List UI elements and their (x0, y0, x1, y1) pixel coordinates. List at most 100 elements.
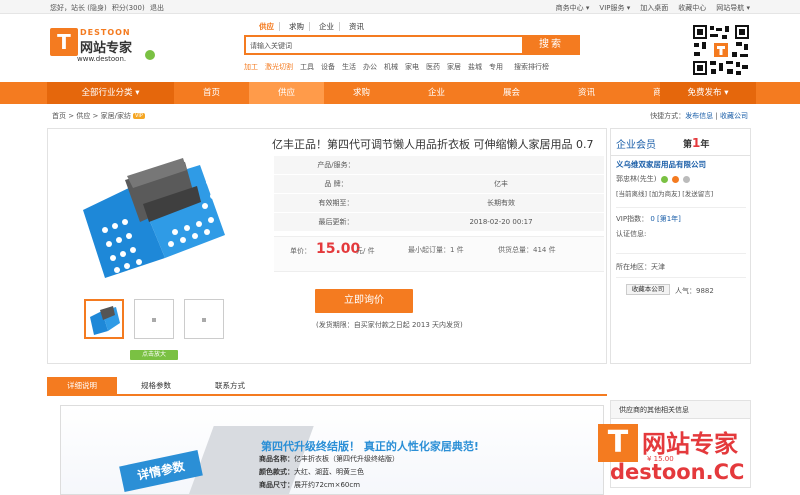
popularity-count: 人气：9882 (675, 287, 714, 295)
thumbnail-2[interactable] (134, 299, 174, 339)
favorite-company-link[interactable]: 收藏公司 (720, 112, 748, 120)
search-button[interactable]: 搜索 (522, 35, 580, 55)
product-attributes: 产品/服务： 品 牌： 亿丰 有效期至： 长期有效 最后更新： 2018-02-… (274, 156, 604, 232)
hotword[interactable]: 生活 (342, 62, 356, 72)
publish-info-link[interactable]: 发布信息 (685, 112, 713, 120)
price-value: 15.00 (316, 241, 361, 257)
attribute-value (398, 156, 604, 174)
member-rank-prefix: 第 (683, 140, 693, 150)
detail-line-key: 颜色款式： (259, 468, 294, 476)
top-bar-left: 您好，站长 (隐身) 积分(300) 退出 (50, 3, 167, 13)
placeholder-icon (152, 318, 156, 322)
hotword[interactable]: 机械 (384, 62, 398, 72)
search-tabs: 供应 求购 企业 资讯 (254, 22, 369, 31)
hotword[interactable]: 办公 (363, 62, 377, 72)
business-center-link[interactable]: 商务中心 ▾ (556, 3, 590, 13)
thumbnail-1[interactable] (84, 299, 124, 339)
site-nav-link[interactable]: 网站导航 ▾ (716, 3, 750, 13)
favorites-center-link[interactable]: 收藏中心 (678, 3, 706, 13)
hotword[interactable]: 医药 (426, 62, 440, 72)
banner-slogan: 第四代升级终结版！ 真正的人性化家居典范! (261, 440, 479, 453)
vip-index-value[interactable]: 0 [第1年] (650, 215, 681, 223)
breadcrumb: 首页 > 供应 > 家居/家纺 VIP (52, 111, 145, 121)
vip-index: VIP指数： 0 [第1年] (616, 214, 681, 224)
nav-item-news[interactable]: 资讯 (549, 82, 624, 104)
nav-item-home[interactable]: 首页 (174, 82, 249, 104)
hotword[interactable]: 盐城 (468, 62, 482, 72)
inquiry-button[interactable]: 立即询价 (315, 289, 413, 313)
favorite-company-button[interactable]: 收藏本公司 (626, 284, 670, 295)
detail-line: 商品尺寸：展开约72cm×60cm (259, 480, 360, 490)
hotword[interactable]: 专用 (489, 62, 503, 72)
free-publish-button[interactable]: 免费发布 ▾ (660, 82, 756, 104)
attribute-row: 有效期至： 长期有效 (274, 194, 604, 213)
placeholder-icon (202, 318, 206, 322)
logo-brand-cn: 网站专家 (80, 41, 133, 56)
nav-item-supply[interactable]: 供应 (249, 82, 324, 104)
logo-mark: T (50, 28, 78, 56)
attribute-key: 品 牌： (324, 180, 348, 188)
detail-line-value: 亿丰折衣板（第四代升级终结版） (294, 455, 399, 463)
detail-tabs: 详细说明 规格参数 联系方式 (47, 377, 607, 396)
watermark-cn: 网站专家 (642, 430, 738, 458)
hotword[interactable]: 激光切割 (265, 62, 293, 72)
search-tab-supply[interactable]: 供应 (254, 22, 280, 31)
member-header: 企业会员 第1年 (611, 129, 750, 156)
hotword[interactable]: 家居 (447, 62, 461, 72)
search-tab-company[interactable]: 企业 (314, 22, 340, 31)
tab-specs[interactable]: 规格参数 (121, 377, 191, 394)
top-bar-right: 商务中心 ▾ VIP服务 ▾ 加入桌面 收藏中心 网站导航 ▾ (556, 3, 750, 13)
hotword[interactable]: 家电 (405, 62, 419, 72)
price-label: 单价： (290, 247, 311, 255)
tab-detail[interactable]: 详细说明 (47, 377, 117, 394)
search-rank-link[interactable]: 搜索排行榜 (514, 62, 549, 72)
nav-item-company[interactable]: 企业 (399, 82, 474, 104)
thumbnail-strip (84, 299, 224, 339)
tab-contact[interactable]: 联系方式 (195, 377, 265, 394)
search-tab-buy[interactable]: 求购 (284, 22, 310, 31)
logout-link[interactable]: 退出 (150, 4, 164, 12)
related-heading: 供应商的其他相关信息 (611, 401, 750, 419)
hotword[interactable]: 加工 (244, 62, 258, 72)
product-main-image[interactable] (65, 140, 235, 288)
company-name-link[interactable]: 义乌维双家居用品有限公司 (616, 159, 706, 170)
attribute-value: 2018-02-20 00:17 (469, 218, 533, 226)
chat-icon[interactable] (660, 175, 668, 183)
price-unit: 元/ 件 (356, 247, 375, 255)
member-panel: 企业会员 第1年 义乌维双家居用品有限公司 郭忠林(先生) [当前离线] [加为… (610, 128, 751, 364)
qr-code-icon (692, 24, 750, 76)
member-action-links[interactable]: [当前离线] [加为商友] [发送留言] (616, 188, 713, 198)
search-tab-news[interactable]: 资讯 (344, 22, 369, 31)
add-to-desktop-link[interactable]: 加入桌面 (640, 3, 668, 13)
hotword[interactable]: 设备 (321, 62, 335, 72)
divider (616, 207, 746, 208)
thumbnail-image (90, 306, 120, 335)
attribute-value: 长期有效 (487, 199, 515, 207)
zoom-button[interactable]: 点击放大 (130, 350, 178, 360)
min-order: 最小起订量：1 件 (408, 246, 464, 254)
detail-line-value: 大红、湖蓝、明黄三色 (294, 468, 364, 476)
member-heading: 企业会员 (616, 140, 656, 151)
hotword[interactable]: 工具 (300, 62, 314, 72)
attribute-row: 最后更新： 2018-02-20 00:17 (274, 213, 604, 232)
thumbnail-3[interactable] (184, 299, 224, 339)
breadcrumb-text[interactable]: 首页 > 供应 > 家居/家纺 (52, 112, 131, 120)
credits-link[interactable]: 积分(300) (112, 4, 145, 12)
all-categories-button[interactable]: 全部行业分类 ▾ (47, 82, 174, 104)
vip-service-link[interactable]: VIP服务 ▾ (599, 3, 630, 13)
top-bar: 您好，站长 (隐身) 积分(300) 退出 商务中心 ▾ VIP服务 ▾ 加入桌… (0, 0, 800, 14)
total-supply: 供货总量：414 件 (498, 246, 556, 254)
status-icon (683, 175, 691, 183)
attribute-row: 品 牌： 亿丰 (274, 175, 604, 194)
qq-icon[interactable] (671, 175, 679, 183)
site-logo[interactable]: T DESTOON 网站专家 www.destoon. (50, 28, 156, 66)
member-area: 所在地区：天津 (616, 263, 665, 271)
greeting-text: 您好，站长 (隐身) (50, 4, 107, 12)
contact-name[interactable]: 郭忠林(先生) (616, 175, 656, 183)
nav-item-expo[interactable]: 展会 (474, 82, 549, 104)
nav-item-buy[interactable]: 求购 (324, 82, 399, 104)
contact-person: 郭忠林(先生) (616, 174, 691, 184)
search-input[interactable]: 请输入关键词 (244, 35, 524, 55)
vip-badge: VIP (133, 113, 145, 119)
logo-brand-en: DESTOON (80, 28, 131, 37)
